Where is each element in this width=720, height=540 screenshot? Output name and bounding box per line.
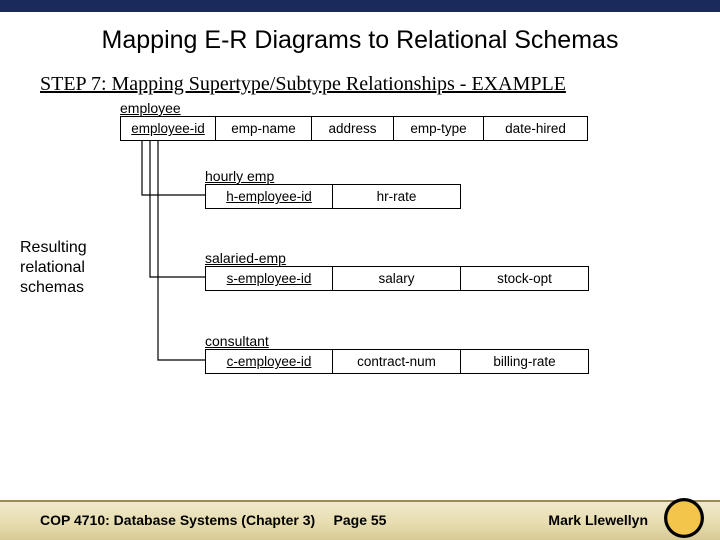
col-hr-rate: hr-rate — [333, 184, 461, 209]
col-s-employee-id: s-employee-id — [205, 266, 333, 291]
ucf-logo-icon — [664, 498, 704, 538]
col-billing-rate: billing-rate — [461, 349, 589, 374]
table-label-employee: employee — [120, 100, 181, 116]
table-employee: employee-id emp-name address emp-type da… — [120, 116, 588, 141]
side-label: Resulting relational schemas — [20, 238, 110, 298]
table-salaried: s-employee-id salary stock-opt — [205, 266, 589, 291]
table-label-hourly: hourly emp — [205, 168, 274, 184]
step-heading: STEP 7: Mapping Supertype/Subtype Relati… — [40, 73, 680, 96]
table-consultant: c-employee-id contract-num billing-rate — [205, 349, 589, 374]
table-hourly: h-employee-id hr-rate — [205, 184, 461, 209]
footer-bar: COP 4710: Database Systems (Chapter 3) P… — [0, 500, 720, 540]
col-date-hired: date-hired — [484, 116, 588, 141]
footer-author: Mark Llewellyn — [548, 512, 648, 528]
col-salary: salary — [333, 266, 461, 291]
col-h-employee-id: h-employee-id — [205, 184, 333, 209]
slide-title: Mapping E-R Diagrams to Relational Schem… — [0, 12, 720, 65]
col-employee-id: employee-id — [120, 116, 216, 141]
diagram-canvas: Resulting relational schemas employee em… — [0, 100, 720, 440]
col-contract-num: contract-num — [333, 349, 461, 374]
col-emp-type: emp-type — [394, 116, 484, 141]
col-stock-opt: stock-opt — [461, 266, 589, 291]
col-address: address — [312, 116, 394, 141]
table-label-consultant: consultant — [205, 333, 269, 349]
col-c-employee-id: c-employee-id — [205, 349, 333, 374]
table-label-salaried: salaried-emp — [205, 250, 286, 266]
top-bar — [0, 0, 720, 12]
col-emp-name: emp-name — [216, 116, 312, 141]
